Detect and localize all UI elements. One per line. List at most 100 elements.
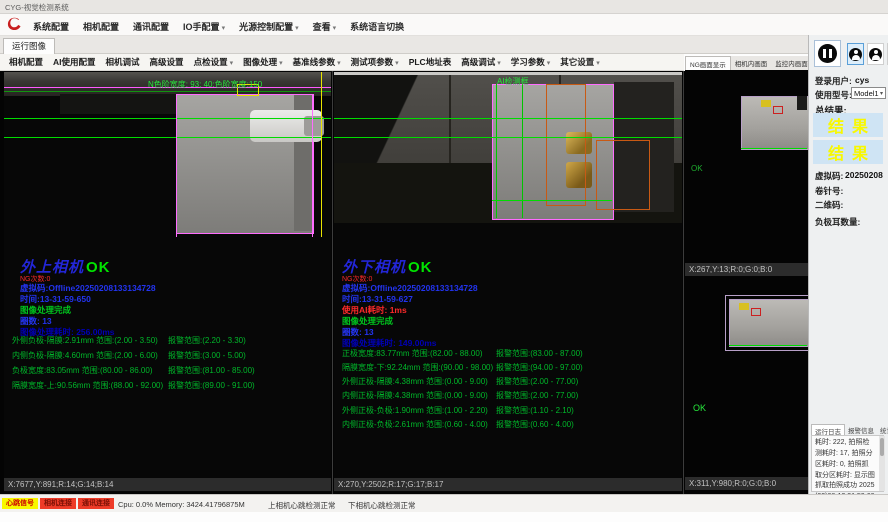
camera-view-top[interactable]: N色阶宽度: 93; 40:色阶宽度:150 外上相机OK NG次数:0 虚拟码…	[4, 72, 331, 492]
measurement-row: 内侧负极-隔膜:4.60mm 范围:(2.00 - 6.00) 报警范围:(3.…	[4, 350, 331, 362]
side-view-2[interactable]: OK	[685, 277, 808, 477]
model-label: 使用型号:	[815, 89, 852, 101]
toolbar-item-test-item-params[interactable]: 测试项参数	[346, 56, 404, 68]
negative-tab-count-label: 负极耳数量:	[815, 216, 860, 228]
result-box-top: 结果	[813, 113, 883, 137]
measure-line-green	[729, 345, 807, 346]
alarm-range: 报警范围:(2.00 - 77.00)	[496, 376, 578, 387]
camera-connect-badge: 相机连接	[40, 498, 76, 509]
overlay-measure-text: N色阶宽度: 93; 40:色阶宽度:150	[148, 79, 262, 90]
measurement-row: 正极宽度:83.77mm 范围:(82.00 - 88.00) 报警范围:(83…	[334, 348, 682, 360]
view-separator	[683, 71, 684, 494]
tab-run-image[interactable]: 运行图像	[3, 38, 55, 54]
app-logo-icon	[5, 16, 22, 33]
measurement-row: 负极宽度:83.05mm 范围:(80.00 - 86.00) 报警范围:(81…	[4, 365, 331, 377]
toolbar-item-advanced-settings[interactable]: 高级设置	[145, 56, 189, 68]
log-scrollbar-thumb[interactable]	[880, 438, 884, 456]
mark-yellow	[761, 100, 771, 107]
alarm-range: 报警范围:(94.00 - 97.00)	[496, 362, 583, 373]
mark-red	[773, 106, 783, 114]
cell-edge-line	[312, 94, 313, 237]
log-output: 耗时: 222, 拍照检测耗时: 17, 拍照分区耗时: 0, 拍照抓取分区耗时…	[811, 435, 884, 492]
pixel-coords-readout: X:270,Y:2502;R:17;G:17;B:17	[334, 478, 682, 491]
operator-icon	[869, 48, 882, 61]
user-icon	[849, 48, 862, 61]
toolbar-item-camera-config[interactable]: 相机配置	[4, 56, 48, 68]
cpu-memory-readout: Cpu: 0.0% Memory: 3424.41796875M	[118, 500, 245, 509]
block-notch	[797, 96, 807, 110]
operator-button[interactable]	[867, 43, 884, 65]
side-view-column: OK X:267,Y:13;R:0;G:0;B:0 OK X:311,Y:980…	[685, 70, 808, 494]
model-select-value: Model1	[854, 89, 879, 98]
measurement-row: 隔膜宽度-下:92.24mm 范围:(90.00 - 98.00) 报警范围:(…	[334, 362, 682, 374]
reference-line-green	[4, 91, 331, 92]
menu-item-comm-config[interactable]: 通讯配置	[128, 18, 174, 35]
measurement-value: 外侧负极-隔膜:2.91mm 范围:(2.00 - 3.50)	[12, 335, 158, 346]
machine-shadow	[334, 75, 444, 163]
side-result-text: OK	[691, 164, 703, 173]
result-box-bottom: 结果	[813, 140, 883, 164]
measurement-value: 负极宽度:83.05mm 范围:(80.00 - 86.00)	[12, 365, 153, 376]
measurement-row: 隔膜宽度-上:90.56mm 范围:(88.00 - 92.00) 报警范围:(…	[4, 380, 331, 392]
camera-view-bottom[interactable]: AI检测框 外下相机OK NG次数:0 虚拟码:Offline202502081…	[334, 72, 682, 492]
machine-part	[60, 94, 176, 114]
side-view-tab-bar: NG画面显示 相机内画面 监控内画面	[685, 56, 808, 71]
qr-code-label: 二维码:	[815, 199, 843, 211]
alarm-range: 报警范围:(3.00 - 5.00)	[168, 350, 246, 361]
login-user-value: cys	[855, 75, 869, 85]
virtual-code-label: 虚拟码:	[815, 170, 843, 182]
measurement-row: 外侧负极-隔膜:2.91mm 范围:(2.00 - 3.50) 报警范围:(2.…	[4, 335, 331, 347]
tab-camera-view[interactable]: 相机内画面	[731, 56, 772, 70]
measure-vline-green	[522, 84, 523, 218]
tab-monitor-view[interactable]: 监控内画面	[771, 56, 812, 70]
menu-item-language-switch[interactable]: 系统语言切换	[345, 18, 409, 35]
menu-bar: 系统配置 相机配置 通讯配置 IO手配置 光源控制配置 查看 系统语言切换	[0, 14, 888, 36]
log-scrollbar[interactable]	[879, 436, 885, 491]
measure-line-green	[334, 137, 682, 138]
measurement-value: 内侧负极-隔膜:4.60mm 范围:(2.00 - 6.00)	[12, 350, 158, 361]
measure-vline-green	[496, 84, 497, 218]
comm-connect-badge: 通讯连接	[78, 498, 114, 509]
mark-red	[751, 308, 761, 316]
view-tab-bar: 运行图像	[0, 36, 808, 54]
toolbar-item-ai-usage-config[interactable]: AI使用配置	[48, 56, 101, 68]
toolbar-item-advanced-debug[interactable]: 高级调试	[456, 56, 506, 68]
toolbar-item-camera-debug[interactable]: 相机调试	[101, 56, 145, 68]
menu-item-system-config[interactable]: 系统配置	[28, 18, 74, 35]
tab-ng-display[interactable]: NG画面显示	[685, 56, 731, 70]
measure-line-green	[492, 200, 612, 201]
result-ok-badge: OK	[86, 259, 111, 276]
toolbar-item-image-processing[interactable]: 图像处理	[238, 56, 288, 68]
measurement-row: 外侧正极-隔膜:4.38mm 范围:(0.00 - 9.00) 报警范围:(2.…	[334, 376, 682, 388]
bottom-camera-heartbeat-text: 下相机心跳检测正常	[348, 500, 416, 511]
menu-item-light-control-config[interactable]: 光源控制配置	[234, 18, 304, 35]
pause-icon	[818, 44, 837, 63]
view-separator	[332, 71, 333, 494]
top-camera-heartbeat-text: 上相机心跳检测正常	[268, 500, 336, 511]
measurement-row: 内侧正极-负极:2.61mm 范围:(0.60 - 4.00) 报警范围:(0.…	[334, 419, 682, 431]
mark-yellow	[739, 303, 749, 310]
measurement-row: 内侧正极-隔膜:4.38mm 范围:(0.00 - 9.00) 报警范围:(2.…	[334, 390, 682, 402]
toolbar-item-baseline-params[interactable]: 基准线参数	[288, 56, 346, 68]
measurement-value: 内侧正极-隔膜:4.38mm 范围:(0.00 - 9.00)	[342, 390, 488, 401]
menu-item-camera-config[interactable]: 相机配置	[78, 18, 124, 35]
roi-box-orange	[546, 84, 586, 206]
side-view-1[interactable]: OK	[685, 70, 808, 263]
alarm-range: 报警范围:(2.00 - 77.00)	[496, 390, 578, 401]
toolbar-item-learning-params[interactable]: 学习参数	[506, 56, 556, 68]
menu-item-view[interactable]: 查看	[308, 18, 342, 35]
measurement-row: 外侧正极-负极:1.90mm 范围:(1.00 - 2.20) 报警范围:(1.…	[334, 405, 682, 417]
toolbar-item-other-settings[interactable]: 其它设置	[555, 56, 605, 68]
window-title: CYG-视觉检测系统	[5, 2, 69, 13]
side-result-text: OK	[693, 403, 706, 413]
model-select[interactable]: Model1	[851, 87, 886, 99]
toolbar-item-plc-address-table[interactable]: PLC地址表	[404, 56, 457, 68]
alarm-range: 报警范围:(1.10 - 2.10)	[496, 405, 574, 416]
measurement-value: 外侧正极-负极:1.90mm 范围:(1.00 - 2.20)	[342, 405, 488, 416]
machine-seam	[449, 75, 451, 163]
toolbar-item-spot-check[interactable]: 点检设置	[189, 56, 239, 68]
user-login-button[interactable]	[847, 43, 864, 65]
menu-item-io-config[interactable]: IO手配置	[178, 18, 230, 35]
pause-button[interactable]	[814, 40, 841, 67]
virtual-code-value: 20250208	[845, 170, 883, 180]
